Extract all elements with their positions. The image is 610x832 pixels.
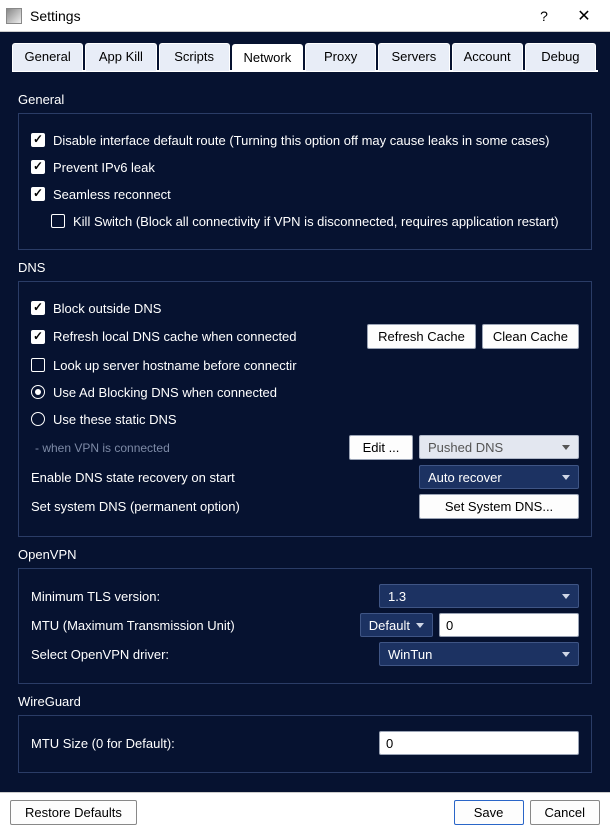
- app-icon: [6, 8, 22, 24]
- checkbox-prevent-ipv6[interactable]: [31, 160, 45, 174]
- tab-bar: General App Kill Scripts Network Proxy S…: [12, 42, 598, 72]
- openvpn-mtu-mode-combo[interactable]: Default: [360, 613, 433, 637]
- openvpn-mtu-mode-value: Default: [369, 618, 410, 633]
- restore-defaults-button[interactable]: Restore Defaults: [10, 800, 137, 825]
- label-set-system-dns: Set system DNS (permanent option): [31, 499, 419, 514]
- tab-debug[interactable]: Debug: [525, 43, 596, 71]
- tab-account[interactable]: Account: [452, 43, 523, 71]
- edit-dns-button[interactable]: Edit ...: [349, 435, 413, 460]
- window-title: Settings: [30, 8, 81, 24]
- label-disable-route: Disable interface default route (Turning…: [53, 133, 579, 148]
- tab-scripts[interactable]: Scripts: [159, 43, 230, 71]
- label-openvpn-driver: Select OpenVPN driver:: [31, 647, 379, 662]
- label-adblock-dns: Use Ad Blocking DNS when connected: [53, 385, 579, 400]
- label-static-dns: Use these static DNS: [53, 412, 579, 427]
- section-title-general: General: [18, 92, 592, 107]
- section-title-wireguard: WireGuard: [18, 694, 592, 709]
- close-button[interactable]: ✕: [564, 6, 604, 26]
- checkbox-killswitch[interactable]: [51, 214, 65, 228]
- label-dns-recovery: Enable DNS state recovery on start: [31, 470, 419, 485]
- group-dns: Block outside DNS Refresh local DNS cach…: [18, 281, 592, 537]
- label-lookup-hostname: Look up server hostname before connectir: [53, 358, 579, 373]
- dns-recovery-value: Auto recover: [428, 470, 502, 485]
- checkbox-refresh-local-dns[interactable]: [31, 330, 45, 344]
- tab-network[interactable]: Network: [232, 44, 303, 72]
- label-refresh-local-dns: Refresh local DNS cache when connected: [53, 329, 367, 344]
- title-bar: Settings ? ✕: [0, 0, 610, 32]
- radio-adblock-dns[interactable]: [31, 385, 45, 399]
- tab-servers[interactable]: Servers: [378, 43, 449, 71]
- label-wireguard-mtu: MTU Size (0 for Default):: [31, 736, 379, 751]
- checkbox-disable-route[interactable]: [31, 133, 45, 147]
- label-tls-version: Minimum TLS version:: [31, 589, 379, 604]
- checkbox-seamless[interactable]: [31, 187, 45, 201]
- label-prevent-ipv6: Prevent IPv6 leak: [53, 160, 579, 175]
- group-general: Disable interface default route (Turning…: [18, 113, 592, 250]
- pushed-dns-combo[interactable]: Pushed DNS: [419, 435, 579, 459]
- wireguard-mtu-input[interactable]: [379, 731, 579, 755]
- label-seamless: Seamless reconnect: [53, 187, 579, 202]
- label-openvpn-mtu: MTU (Maximum Transmission Unit): [31, 618, 360, 633]
- save-button[interactable]: Save: [454, 800, 524, 825]
- label-block-outside-dns: Block outside DNS: [53, 301, 579, 316]
- tls-version-value: 1.3: [388, 589, 406, 604]
- tab-proxy[interactable]: Proxy: [305, 43, 376, 71]
- checkbox-lookup-hostname[interactable]: [31, 358, 45, 372]
- openvpn-mtu-input[interactable]: [439, 613, 579, 637]
- group-openvpn: Minimum TLS version: 1.3 MTU (Maximum Tr…: [18, 568, 592, 684]
- hint-when-connected: - when VPN is connected: [31, 441, 349, 455]
- cancel-button[interactable]: Cancel: [530, 800, 600, 825]
- set-system-dns-button[interactable]: Set System DNS...: [419, 494, 579, 519]
- openvpn-driver-combo[interactable]: WinTun: [379, 642, 579, 666]
- openvpn-driver-value: WinTun: [388, 647, 432, 662]
- group-wireguard: MTU Size (0 for Default):: [18, 715, 592, 773]
- footer-bar: Restore Defaults Save Cancel: [0, 792, 610, 832]
- help-button[interactable]: ?: [524, 8, 564, 24]
- dns-recovery-combo[interactable]: Auto recover: [419, 465, 579, 489]
- clean-cache-button[interactable]: Clean Cache: [482, 324, 579, 349]
- pushed-dns-value: Pushed DNS: [428, 440, 503, 455]
- radio-static-dns[interactable]: [31, 412, 45, 426]
- tab-app-kill[interactable]: App Kill: [85, 43, 156, 71]
- tls-version-combo[interactable]: 1.3: [379, 584, 579, 608]
- section-title-dns: DNS: [18, 260, 592, 275]
- tab-general[interactable]: General: [12, 43, 83, 71]
- checkbox-block-outside-dns[interactable]: [31, 301, 45, 315]
- refresh-cache-button[interactable]: Refresh Cache: [367, 324, 476, 349]
- label-killswitch: Kill Switch (Block all connectivity if V…: [73, 214, 579, 229]
- section-title-openvpn: OpenVPN: [18, 547, 592, 562]
